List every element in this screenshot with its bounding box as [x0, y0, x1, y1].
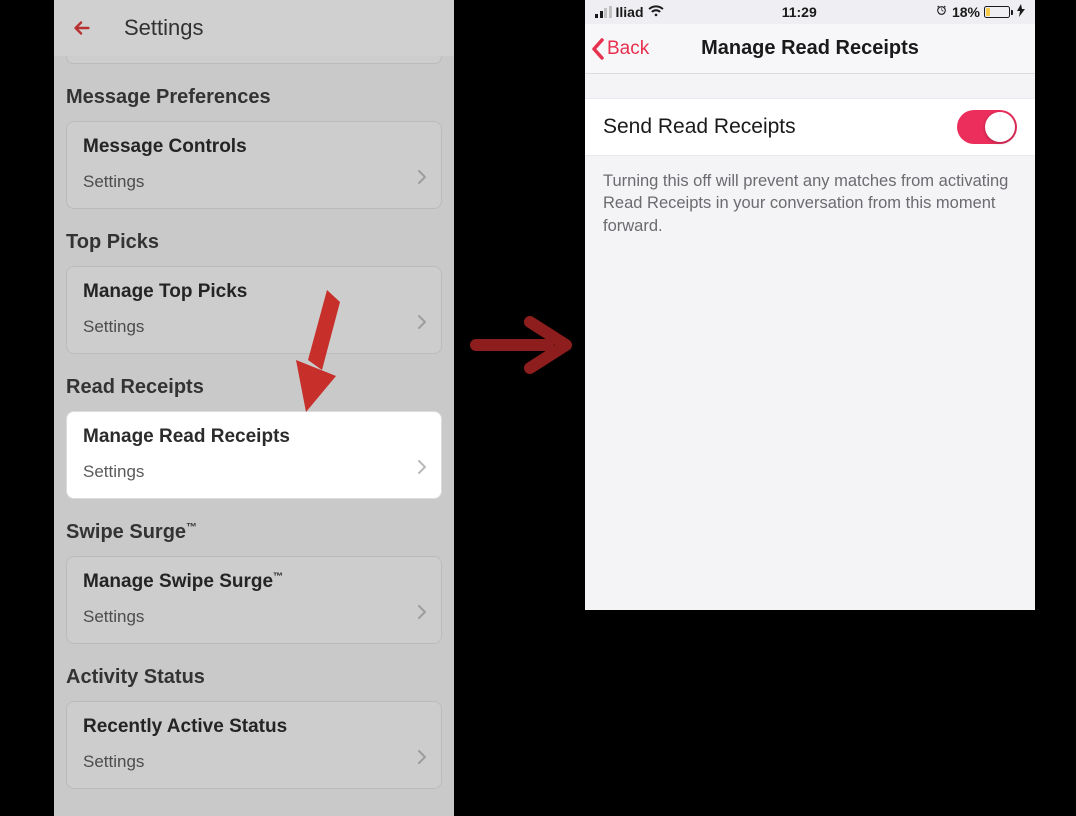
section-title-top-picks: Top Picks [66, 231, 442, 254]
section-title-message-preferences: Message Preferences [66, 86, 442, 109]
card-subtitle: Settings [83, 172, 425, 192]
battery-icon [984, 6, 1013, 18]
battery-percent: 18% [952, 4, 980, 20]
status-time: 11:29 [782, 4, 817, 20]
nav-bar: Back Manage Read Receipts [585, 24, 1035, 74]
section-title-read-receipts: Read Receipts [66, 376, 442, 399]
carrier-label: Iliad [616, 4, 644, 20]
card-title: Manage Top Picks [83, 281, 425, 303]
card-manage-top-picks[interactable]: Manage Top Picks Settings [66, 266, 442, 354]
chevron-right-icon [417, 169, 427, 190]
chevron-left-icon [591, 38, 605, 60]
card-title: Message Controls [83, 136, 425, 158]
nav-title: Manage Read Receipts [585, 37, 1035, 60]
card-title-text: Manage Swipe Surge [83, 571, 273, 592]
read-receipts-screen: Iliad 11:29 18% [585, 0, 1035, 610]
charging-icon [1017, 4, 1025, 20]
chevron-right-icon [417, 459, 427, 480]
card-title: Manage Read Receipts [83, 426, 425, 448]
transition-arrow-icon [470, 310, 572, 380]
card-manage-read-receipts[interactable]: Manage Read Receipts Settings [66, 411, 442, 499]
card-title: Recently Active Status [83, 716, 425, 738]
card-title: Manage Swipe Surge™ [83, 571, 425, 593]
section-title-text: Swipe Surge [66, 521, 186, 543]
chevron-right-icon [417, 604, 427, 625]
section-title-swipe-surge: Swipe Surge™ [66, 521, 442, 544]
chevron-right-icon [417, 749, 427, 770]
status-bar: Iliad 11:29 18% [585, 0, 1035, 24]
trademark-icon: ™ [186, 521, 197, 533]
send-read-receipts-toggle[interactable] [957, 110, 1017, 144]
card-message-controls[interactable]: Message Controls Settings [66, 121, 442, 209]
trademark-icon: ™ [273, 572, 283, 583]
toggle-label: Send Read Receipts [603, 115, 796, 139]
section-title-activity-status: Activity Status [66, 666, 442, 689]
card-subtitle: Settings [83, 317, 425, 337]
signal-bars-icon [595, 7, 612, 18]
card-recently-active-status[interactable]: Recently Active Status Settings [66, 701, 442, 789]
settings-screen: Settings Message Preferences Message Con… [54, 0, 454, 816]
chevron-right-icon [417, 314, 427, 335]
alarm-icon [935, 4, 948, 20]
back-arrow-icon[interactable] [66, 12, 98, 44]
wifi-icon [648, 4, 664, 20]
back-label: Back [607, 38, 649, 60]
card-manage-swipe-surge[interactable]: Manage Swipe Surge™ Settings [66, 556, 442, 644]
back-button[interactable]: Back [585, 38, 649, 60]
toggle-knob [985, 112, 1015, 142]
settings-title: Settings [124, 15, 204, 41]
card-subtitle: Settings [83, 462, 425, 482]
description-text: Turning this off will prevent any matche… [585, 156, 1035, 251]
send-read-receipts-row: Send Read Receipts [585, 98, 1035, 156]
card-subtitle: Settings [83, 607, 425, 627]
card-subtitle: Settings [83, 752, 425, 772]
settings-header: Settings [54, 0, 454, 56]
